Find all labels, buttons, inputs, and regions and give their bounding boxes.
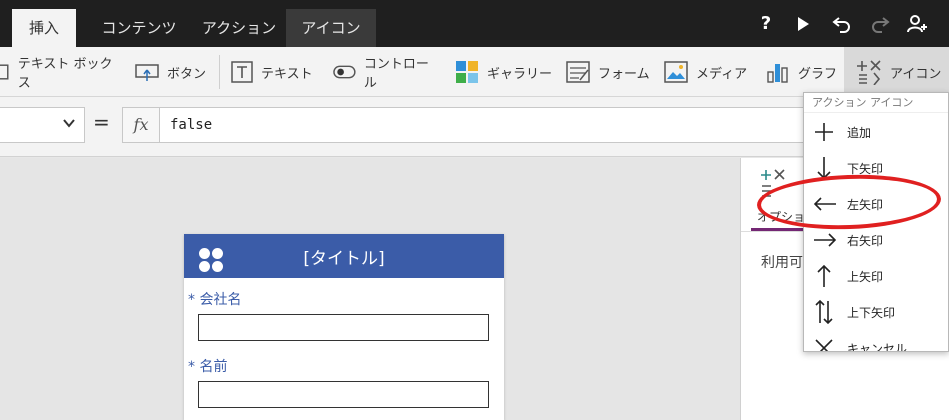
form-button[interactable]: フォーム bbox=[566, 47, 654, 97]
gallery-label: ギャラリー bbox=[487, 66, 553, 82]
media-icon bbox=[664, 61, 688, 83]
name-input[interactable] bbox=[198, 381, 489, 408]
chevron-down-icon bbox=[62, 116, 76, 134]
text-icon bbox=[231, 61, 253, 83]
tab-options[interactable]: オプショ bbox=[757, 208, 805, 225]
icons-icon bbox=[857, 60, 881, 85]
button-label: ボタン bbox=[167, 66, 207, 82]
tab-icons[interactable]: アイコン bbox=[286, 9, 376, 47]
undo-icon[interactable] bbox=[830, 12, 854, 36]
textbox-label: テキスト ボックス bbox=[17, 57, 113, 91]
menu-item-arrow-up-down[interactable]: 上下矢印 bbox=[804, 294, 948, 330]
chart-label: グラフ bbox=[798, 66, 838, 82]
field-label-name: * 名前 bbox=[188, 359, 228, 375]
chart-button[interactable]: グラフ bbox=[766, 47, 841, 97]
menu-item-label: キャンセル bbox=[847, 341, 908, 352]
tab-content-label: コンテンツ bbox=[101, 19, 177, 37]
arrow-up-down-icon bbox=[815, 299, 833, 325]
form-title: [タイトル] bbox=[303, 249, 385, 269]
icons-dropdown-menu: アクション アイコン 追加 下矢印 左矢印 右矢印 上矢印 上下矢印 キャンセル bbox=[803, 92, 949, 352]
menu-item-add[interactable]: 追加 bbox=[804, 114, 948, 150]
menu-header: アクション アイコン bbox=[804, 93, 948, 113]
media-label: メディア bbox=[696, 66, 748, 82]
media-button[interactable]: メディア bbox=[664, 47, 752, 97]
tab-action-label: アクション bbox=[201, 19, 277, 37]
form-label: フォーム bbox=[598, 66, 650, 82]
textbox-button[interactable]: テキスト ボックス bbox=[0, 47, 122, 97]
icons-button[interactable]: アイコン bbox=[844, 47, 949, 97]
text-label: テキスト bbox=[261, 66, 313, 82]
property-dropdown[interactable] bbox=[0, 107, 85, 143]
company-name-input[interactable] bbox=[198, 314, 489, 341]
menu-item-label: 下矢印 bbox=[847, 161, 884, 176]
top-menu-bar: 挿入 コンテンツ アクション アイコン ? bbox=[0, 0, 949, 47]
text-button[interactable]: テキスト bbox=[231, 47, 321, 97]
play-icon[interactable] bbox=[791, 12, 815, 36]
tab-insert[interactable]: 挿入 bbox=[12, 9, 76, 47]
equals-sign: = bbox=[93, 110, 110, 134]
ribbon-divider bbox=[219, 55, 220, 89]
add-user-icon[interactable] bbox=[905, 12, 929, 36]
menu-item-arrow-up[interactable]: 上矢印 bbox=[804, 258, 948, 294]
plus-icon bbox=[815, 123, 833, 141]
available-text: 利用可 bbox=[761, 255, 803, 271]
tab-content[interactable]: コンテンツ bbox=[84, 9, 194, 47]
controls-label: コントロール bbox=[363, 57, 429, 91]
tab-insert-label: 挿入 bbox=[28, 19, 59, 37]
button-button[interactable]: ボタン bbox=[135, 47, 215, 97]
field-label-company: * 会社名 bbox=[188, 292, 242, 308]
menu-item-label: 追加 bbox=[847, 125, 872, 140]
menu-item-arrow-left[interactable]: 左矢印 bbox=[804, 186, 948, 222]
chart-icon bbox=[767, 64, 788, 83]
gallery-button[interactable]: ギャラリー bbox=[455, 47, 555, 97]
toggle-icon bbox=[333, 65, 356, 79]
edit-form[interactable]: [タイトル] * 会社名 * 名前 bbox=[184, 234, 504, 420]
ribbon-toolbar: テキスト ボックス ボタン テキスト コントロール ギャラリー フォーム メディ… bbox=[0, 47, 949, 97]
icons-label: アイコン bbox=[890, 66, 942, 82]
icon-insert-icon bbox=[759, 168, 789, 202]
menu-item-cancel[interactable]: キャンセル bbox=[804, 330, 948, 352]
menu-item-arrow-down[interactable]: 下矢印 bbox=[804, 150, 948, 186]
menu-item-label: 左矢印 bbox=[847, 197, 884, 212]
gallery-icon bbox=[456, 61, 478, 83]
help-icon[interactable]: ? bbox=[754, 12, 778, 36]
form-icon bbox=[566, 61, 590, 83]
tab-action[interactable]: アクション bbox=[194, 9, 284, 47]
tab-icons-label: アイコン bbox=[301, 19, 361, 37]
button-icon bbox=[135, 64, 159, 81]
menu-item-label: 上矢印 bbox=[847, 269, 884, 284]
fx-icon[interactable]: fx bbox=[122, 107, 160, 143]
cancel-icon bbox=[815, 339, 833, 351]
arrow-down-icon bbox=[817, 157, 831, 180]
menu-item-label: 右矢印 bbox=[847, 233, 884, 248]
textbox-icon bbox=[0, 64, 9, 80]
arrow-right-icon bbox=[814, 233, 837, 247]
menu-item-arrow-right[interactable]: 右矢印 bbox=[804, 222, 948, 258]
form-header: [タイトル] bbox=[184, 234, 504, 278]
arrow-up-icon bbox=[817, 264, 831, 287]
formula-input[interactable]: false bbox=[160, 107, 820, 143]
redo-icon[interactable] bbox=[868, 12, 892, 36]
menu-item-label: 上下矢印 bbox=[847, 305, 896, 320]
controls-button[interactable]: コントロール bbox=[333, 47, 438, 97]
arrow-left-icon bbox=[813, 197, 836, 211]
